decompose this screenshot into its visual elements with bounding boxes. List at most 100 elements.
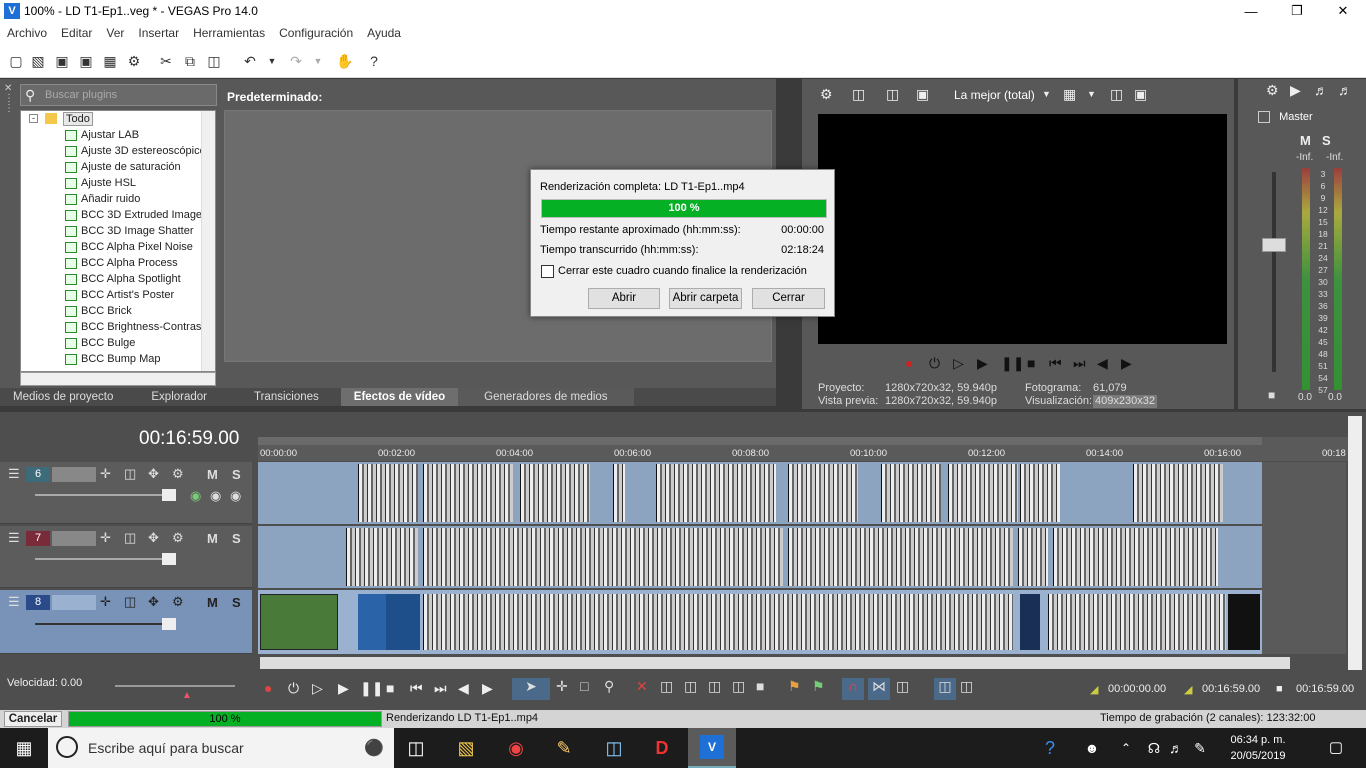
compositing-icon[interactable]: ✥ — [148, 530, 159, 546]
play-icon[interactable]: ▶ — [977, 355, 988, 372]
speed-marker-icon[interactable]: ▲ — [182, 690, 192, 701]
plugin-item[interactable]: BCC Brightness-Contrast — [21, 319, 215, 335]
track-gear-icon[interactable]: ⚙ — [172, 530, 184, 546]
plugin-item[interactable]: BCC 3D Image Shatter — [21, 223, 215, 239]
video-clip[interactable] — [423, 464, 513, 522]
taskbar-search-input[interactable]: Escribe aquí para buscar — [88, 740, 244, 756]
lock-event-icon[interactable]: ■ — [756, 678, 764, 694]
tl-pause-icon[interactable]: ❚❚ — [360, 680, 383, 697]
loop-region[interactable] — [258, 437, 1262, 445]
tree-hscrollbar[interactable] — [20, 372, 216, 386]
tab-transiciones[interactable]: Transiciones — [232, 388, 341, 406]
video-clip[interactable] — [1053, 528, 1218, 586]
mixer-bus-icon[interactable]: ▶ — [1290, 82, 1301, 99]
paint-icon[interactable]: ✎ — [550, 734, 578, 762]
open-button[interactable]: Abrir — [588, 288, 660, 309]
chrome-icon[interactable]: ◉ — [502, 734, 530, 762]
video-clip[interactable] — [1020, 594, 1040, 650]
paste-icon[interactable]: ◫ — [206, 53, 222, 69]
plugin-item[interactable]: BCC Bulge — [21, 335, 215, 351]
new-file-icon[interactable]: ▢ — [8, 53, 24, 69]
cut-icon[interactable]: ✂ — [158, 53, 174, 69]
redo-icon[interactable]: ↷ — [288, 53, 304, 69]
region-icon[interactable]: ⚑ — [812, 678, 825, 695]
plugin-item[interactable]: BCC Artist's Poster — [21, 287, 215, 303]
collapse-icon[interactable]: - — [29, 114, 38, 123]
tl-prev-frame-icon[interactable]: ◀ — [458, 680, 469, 697]
video-clip[interactable] — [788, 528, 1013, 586]
track-fx-icon[interactable]: ◫ — [124, 466, 136, 482]
plugin-item[interactable]: BCC Brick — [21, 303, 215, 319]
menu-ver[interactable]: Ver — [106, 26, 124, 40]
file-explorer-icon[interactable]: ▧ — [452, 734, 480, 762]
track-collapse-icon[interactable]: ☰ — [8, 466, 20, 482]
timeline-hscrollbar[interactable] — [260, 657, 1290, 669]
tl-next-frame-icon[interactable]: ▶ — [482, 680, 493, 697]
track-header[interactable]: ☰ 7 ✛ ◫ ✥ ⚙ M S — [0, 526, 252, 588]
envelope-tool-icon[interactable]: ✛ — [556, 678, 568, 695]
track-name-field[interactable] — [52, 595, 96, 610]
video-clip[interactable] — [788, 464, 858, 522]
microphone-icon[interactable]: ⚫ — [364, 738, 384, 758]
ripple-icon[interactable]: ◫ — [896, 678, 909, 695]
open-folder-button[interactable]: Abrir carpeta — [669, 288, 742, 309]
mute-button[interactable]: M — [207, 595, 218, 610]
stop-icon[interactable]: ■ — [1027, 355, 1035, 371]
redo-dropdown-icon[interactable]: ▼ — [310, 53, 326, 69]
save-as-icon[interactable]: ▣ — [78, 53, 94, 69]
selection-tool-icon[interactable]: □ — [580, 678, 588, 694]
hand-tool-icon[interactable]: ✋ — [336, 53, 353, 69]
trim-end-icon[interactable]: ◫ — [708, 678, 721, 695]
mixer-speaker-icon[interactable]: ♬ — [1314, 82, 1328, 98]
quality-dropdown-icon[interactable]: ▼ — [1042, 89, 1051, 99]
quality-select[interactable]: La mejor (total) — [954, 88, 1035, 102]
plugin-panel-grip[interactable]: ✕ ⋮ ⋮ — [4, 84, 14, 384]
properties-gear-icon[interactable]: ⚙ — [126, 53, 142, 69]
tl-loop-icon[interactable]: ⏻ — [288, 680, 299, 697]
selection-end[interactable]: 00:16:59.00 — [1202, 683, 1260, 695]
selection-length[interactable]: 00:16:59.00 — [1296, 683, 1354, 695]
plugin-item[interactable]: Ajustar LAB — [21, 127, 215, 143]
loop-icon[interactable]: ⏻ — [929, 355, 940, 372]
level-slider-thumb[interactable] — [162, 618, 176, 630]
video-clip[interactable] — [520, 464, 590, 522]
windows-start-icon[interactable]: ▦ — [10, 734, 38, 762]
help-tray-icon[interactable]: ? — [1036, 734, 1064, 762]
tl-play-start-icon[interactable]: ▷ — [312, 680, 323, 697]
lock-envelopes-icon[interactable]: ◫ — [934, 678, 956, 700]
cancel-render-button[interactable]: Cancelar — [4, 711, 62, 727]
solo-button[interactable]: S — [232, 531, 241, 546]
close-button[interactable]: ✕ — [1320, 0, 1366, 22]
next-frame-icon[interactable]: ▶ — [1121, 355, 1132, 372]
track-header[interactable]: ☰ 6 ✛ ◫ ✥ ⚙ M S ◉ ◉ ◉ — [0, 462, 252, 524]
menu-archivo[interactable]: Archivo — [7, 26, 47, 40]
parent-icon[interactable]: ◉ — [210, 488, 221, 504]
mute-button[interactable]: M — [207, 467, 218, 482]
video-clip[interactable] — [656, 464, 776, 522]
mixer-m-button[interactable]: M — [1300, 133, 1311, 148]
plugin-item[interactable]: Añadir ruido — [21, 191, 215, 207]
plugin-search-box[interactable]: ⚲ Buscar plugins — [20, 84, 217, 106]
split-screen-icon[interactable]: ◫ — [886, 86, 899, 103]
prev-frame-icon[interactable]: ◀ — [1097, 355, 1108, 372]
auto-crossfade-icon[interactable]: ⋈ — [868, 678, 890, 700]
track-header[interactable]: ☰ 8 ✛ ◫ ✥ ⚙ M S — [0, 590, 252, 654]
tree-root[interactable]: - Todo — [21, 111, 215, 127]
plugin-item[interactable]: BCC Alpha Spotlight — [21, 271, 215, 287]
video-clip[interactable] — [1228, 594, 1260, 650]
video-clip-thumbnail[interactable] — [260, 594, 338, 650]
people-icon[interactable]: ☻ — [1078, 734, 1106, 762]
plugin-item[interactable]: Ajuste HSL — [21, 175, 215, 191]
task-view-icon[interactable]: ◫ — [402, 734, 430, 762]
preview-gear-icon[interactable]: ⚙ — [820, 86, 833, 103]
open-folder-icon[interactable]: ▧ — [30, 53, 46, 69]
video-clip[interactable] — [1048, 594, 1226, 650]
render-icon[interactable]: ▦ — [102, 53, 118, 69]
plugin-item[interactable]: BCC Bump Map — [21, 351, 215, 367]
video-clip[interactable] — [423, 594, 1013, 650]
external-monitor-icon[interactable]: ◫ — [852, 86, 865, 103]
grid-dropdown-icon[interactable]: ▼ — [1087, 89, 1096, 99]
save-snapshot-icon[interactable]: ▣ — [1134, 86, 1147, 103]
video-clip[interactable] — [948, 464, 1018, 522]
search-input[interactable]: Buscar plugins — [45, 89, 117, 101]
